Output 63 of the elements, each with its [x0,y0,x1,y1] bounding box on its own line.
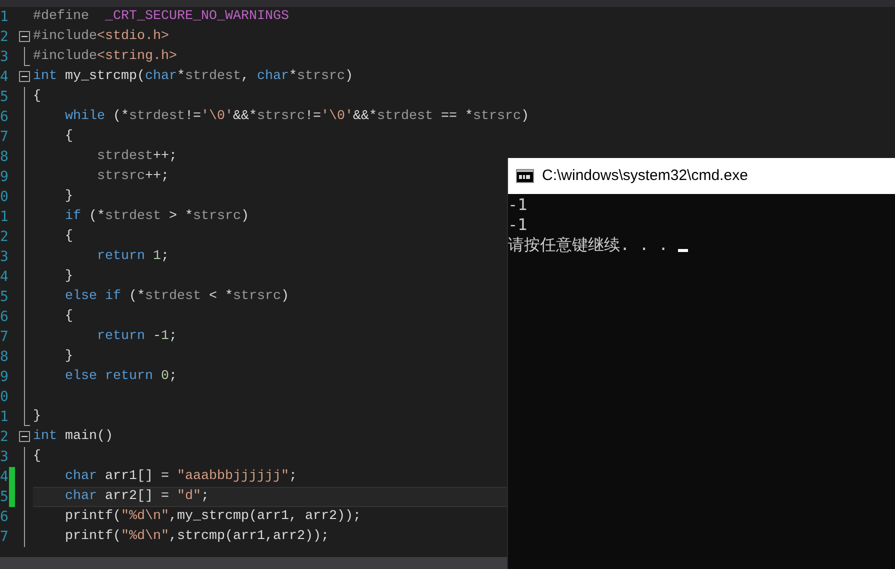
code-line: else return 0; [65,368,177,386]
code-line: } [65,348,73,366]
line-number: 8 [0,348,9,366]
line-number: 4 [0,268,9,286]
horizontal-scrollbar[interactable] [0,557,507,569]
code-line: { [65,228,73,246]
line-number: 0 [0,188,9,206]
code-line: else if (*strdest < *strsrc) [65,288,289,306]
code-line: return 1; [97,248,169,266]
line-number: 0 [0,388,9,406]
code-line: } [65,268,73,286]
code-line: return -1; [97,328,177,346]
code-line: { [33,88,41,106]
line-number: 7 [0,128,9,146]
code-line: while (*strdest!='\0'&&*strsrc!='\0'&&*strdest == *strsrc) [65,108,529,126]
code-line: if (*strdest > *strsrc) [65,208,249,226]
code-line: } [65,188,73,206]
console-icon [516,169,534,183]
line-number: 1 [0,208,9,226]
text-cursor [678,249,688,252]
console-output-line: -1 [508,195,528,215]
line-number: 2 [0,228,9,246]
line-number: 7 [0,328,9,346]
collapse-icon[interactable] [19,431,30,442]
code-line: strsrc++; [97,168,169,186]
line-number: 4 [0,468,9,486]
code-line: { [33,448,41,466]
console-output-line: -1 [508,215,528,235]
line-number: 6 [0,508,9,526]
code-line: #define _CRT_SECURE_NO_WARNINGS [33,8,289,26]
code-line: char arr2[] = "d"; [65,488,209,506]
line-number: 4 [0,68,9,86]
code-line: int main() [33,428,113,446]
console-output-line: 请按任意键继续. . . [508,235,668,255]
line-number: 1 [0,408,9,426]
line-number: 3 [0,48,9,66]
collapse-icon[interactable] [19,71,30,82]
line-number: 7 [0,528,9,546]
line-number: 8 [0,148,9,166]
code-line: printf("%d\n",strcmp(arr1,arr2)); [65,528,329,546]
code-line: strdest++; [97,148,177,166]
code-line: { [65,128,73,146]
code-line: int my_strcmp(char*strdest, char*strsrc) [33,68,353,86]
line-number: 1 [0,8,9,26]
line-number: 3 [0,448,9,466]
code-line: #include<string.h> [33,48,177,66]
code-line: } [33,408,41,426]
line-number: 5 [0,88,9,106]
line-number: 6 [0,108,9,126]
line-number: 5 [0,488,9,506]
collapse-icon[interactable] [19,31,30,42]
line-number: 9 [0,368,9,386]
code-line: char arr1[] = "aaabbbjjjjjj"; [65,468,297,486]
line-number: 9 [0,168,9,186]
code-line: #include<stdio.h> [33,28,169,46]
line-number: 6 [0,308,9,326]
window-title: C:\windows\system32\cmd.exe [542,166,748,186]
line-number: 2 [0,428,9,446]
code-line: printf("%d\n",my_strcmp(arr1, arr2)); [65,508,361,526]
line-number: 5 [0,288,9,306]
line-number: 3 [0,248,9,266]
line-number: 2 [0,28,9,46]
code-line: { [65,308,73,326]
